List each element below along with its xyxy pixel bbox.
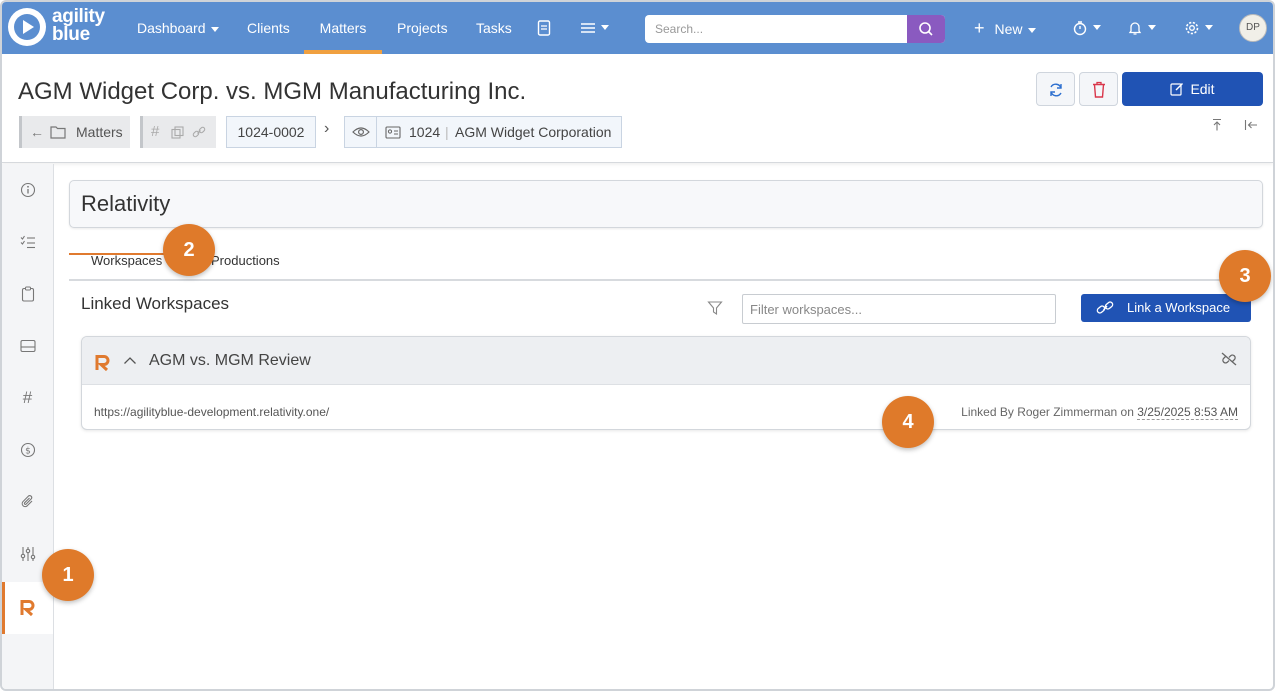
agility-blue-logo[interactable]: agility blue	[6, 6, 120, 50]
scroll-top-icon[interactable]	[1209, 118, 1225, 134]
callout-badge-2: 2	[163, 224, 215, 276]
nav-clients[interactable]: Clients	[247, 2, 290, 54]
plus-icon: +	[974, 18, 985, 38]
relativity-logo-icon	[95, 355, 110, 371]
stopwatch-icon	[1073, 21, 1087, 35]
workspace-linked-info: Linked By Roger Zimmerman on 3/25/2025 8…	[961, 405, 1238, 420]
pencil-square-icon	[1170, 83, 1184, 96]
sidebar-item-info[interactable]	[2, 164, 53, 216]
left-sidebar: # $	[2, 164, 54, 689]
settings-menu[interactable]	[1184, 2, 1213, 54]
hash-icon[interactable]: #	[151, 116, 159, 148]
notifications-menu[interactable]	[1127, 2, 1156, 54]
nav-matters[interactable]: Matters	[304, 2, 382, 54]
callout-badge-1: 1	[42, 549, 94, 601]
sidebar-item-attachments[interactable]	[2, 476, 53, 528]
user-avatar[interactable]: DP	[1239, 14, 1267, 42]
section-title: Relativity	[81, 191, 171, 216]
bell-icon	[1128, 22, 1142, 35]
gear-icon	[1185, 21, 1199, 35]
relativity-logo-icon	[20, 599, 34, 616]
nav-tasks[interactable]: Tasks	[476, 2, 512, 54]
folder-icon	[50, 126, 66, 139]
link-icon[interactable]	[192, 126, 206, 139]
breadcrumb-matters[interactable]: ← Matters	[19, 116, 130, 148]
info-icon	[20, 182, 35, 197]
chevron-down-icon	[210, 26, 219, 32]
page-title: AGM Widget Corp. vs. MGM Manufacturing I…	[18, 78, 527, 105]
chevron-down-icon	[1148, 25, 1156, 31]
tab-workspaces[interactable]: Workspaces	[91, 253, 162, 268]
document-icon[interactable]	[537, 2, 551, 54]
workspace-card: AGM vs. MGM Review https://agilityblue-d…	[81, 336, 1251, 430]
sidebar-item-relativity[interactable]	[2, 582, 53, 634]
checklist-icon	[20, 235, 35, 248]
sidebar-item-numbers[interactable]: #	[2, 372, 53, 424]
delete-button[interactable]	[1079, 72, 1118, 106]
paperclip-icon	[21, 494, 32, 507]
matter-header: AGM Widget Corp. vs. MGM Manufacturing I…	[2, 54, 1273, 163]
workspace-card-header[interactable]: AGM vs. MGM Review	[82, 337, 1250, 385]
linked-date: 3/25/2025 8:53 AM	[1137, 405, 1238, 420]
callout-badge-4: 4	[882, 396, 934, 448]
sidebar-item-tasks[interactable]	[2, 216, 53, 268]
client-name: AGM Widget Corporation	[455, 124, 612, 140]
chevron-right-icon: ›	[324, 120, 330, 137]
search-input[interactable]	[645, 15, 907, 43]
clipboard-icon	[21, 286, 34, 302]
filter-icon	[707, 301, 723, 316]
drive-icon	[19, 339, 36, 352]
callout-badge-3: 3	[1219, 250, 1271, 302]
search-button[interactable]	[907, 15, 945, 43]
sliders-icon	[20, 546, 35, 561]
workspace-name: AGM vs. MGM Review	[149, 352, 311, 369]
chevron-down-icon	[601, 25, 609, 31]
id-tools: #	[140, 116, 216, 148]
hash-icon: #	[22, 388, 33, 407]
tab-productions[interactable]: Productions	[211, 253, 280, 268]
global-search	[645, 15, 945, 43]
dollar-circle-icon: $	[20, 442, 35, 457]
client-number: 1024	[409, 124, 441, 140]
logo-text: agility blue	[52, 6, 105, 45]
section-header-card: Relativity	[69, 180, 1263, 228]
svg-text:$: $	[25, 446, 31, 456]
sidebar-item-billing[interactable]: $	[2, 424, 53, 476]
separator: |	[445, 124, 449, 140]
link-workspace-button[interactable]: Link a Workspace	[1081, 294, 1251, 322]
link-icon	[1096, 301, 1114, 314]
sidebar-item-storage[interactable]	[2, 320, 53, 372]
id-card-icon	[385, 126, 401, 139]
refresh-icon	[1050, 83, 1062, 97]
logo-mark-icon	[8, 8, 46, 46]
copy-icon[interactable]	[171, 126, 184, 139]
chevron-up-icon[interactable]	[123, 356, 137, 365]
new-menu[interactable]: + New	[974, 2, 1036, 54]
top-navigation: agility blue Dashboard Clients Matters P…	[2, 2, 1273, 54]
timer-menu[interactable]	[1072, 2, 1101, 54]
search-icon	[919, 22, 933, 36]
app-window: agility blue Dashboard Clients Matters P…	[0, 0, 1275, 691]
matter-number-badge[interactable]: 1024-0002	[226, 116, 316, 148]
nav-projects[interactable]: Projects	[397, 2, 448, 54]
arrow-left-icon: ←	[30, 124, 44, 140]
chevron-down-icon	[1205, 25, 1213, 31]
refresh-button[interactable]	[1036, 72, 1075, 106]
breadcrumb-label: Matters	[76, 124, 123, 140]
tab-bar: Workspaces Productions	[69, 243, 1263, 281]
linked-workspaces-heading: Linked Workspaces	[81, 294, 230, 313]
chevron-down-icon	[1027, 27, 1036, 33]
sidebar-item-clipboard[interactable]	[2, 268, 53, 320]
chevron-down-icon	[1093, 25, 1101, 31]
collapse-panel-icon[interactable]	[1243, 118, 1259, 134]
trash-icon	[1093, 81, 1105, 98]
nav-dashboard[interactable]: Dashboard	[137, 2, 219, 54]
filter-workspaces-input[interactable]	[742, 294, 1056, 324]
eye-icon[interactable]	[352, 125, 370, 139]
unlink-icon[interactable]	[1220, 351, 1238, 367]
workspace-url: https://agilityblue-development.relativi…	[94, 405, 330, 419]
edit-button[interactable]: Edit	[1122, 72, 1263, 106]
menu-list-icon[interactable]	[580, 2, 609, 54]
client-badge[interactable]: 1024 | AGM Widget Corporation	[344, 116, 622, 148]
